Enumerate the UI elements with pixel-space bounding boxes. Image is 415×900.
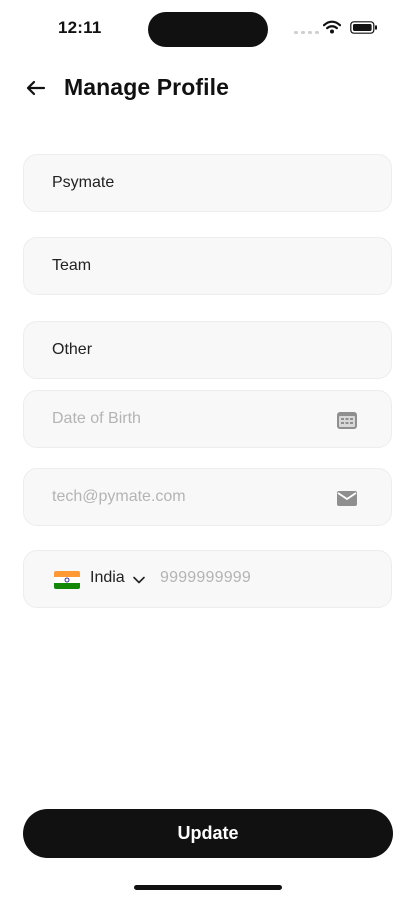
phone-number-placeholder: 9999999999: [160, 569, 251, 586]
chevron-down-icon[interactable]: [132, 573, 146, 587]
dynamic-island: [148, 12, 268, 47]
india-flag-icon: [54, 571, 80, 589]
signal-dot: [294, 31, 298, 34]
signal-dot: [308, 31, 312, 34]
last-name-value: Team: [52, 257, 92, 274]
wifi-icon: [323, 20, 341, 34]
manage-profile-screen: 12:11 Manage Profile Psymate Team Other …: [0, 0, 415, 900]
gender-value: Other: [52, 341, 93, 358]
mail-icon: [337, 491, 357, 506]
signal-dot: [315, 31, 319, 34]
calendar-icon[interactable]: [336, 410, 358, 430]
first-name-field[interactable]: Psymate: [23, 154, 392, 212]
home-indicator: [134, 885, 282, 890]
email-field[interactable]: tech@pymate.com: [23, 468, 392, 526]
arrow-left-icon: [26, 80, 46, 96]
phone-field[interactable]: India 9999999999: [23, 550, 392, 608]
back-button[interactable]: [24, 76, 48, 100]
last-name-field[interactable]: Team: [23, 237, 392, 295]
gender-field[interactable]: Other: [23, 321, 392, 379]
country-selector[interactable]: India: [90, 569, 125, 587]
date-of-birth-placeholder: Date of Birth: [52, 410, 141, 427]
status-bar: 12:11: [0, 0, 415, 56]
date-of-birth-field[interactable]: Date of Birth: [23, 390, 392, 448]
page-title: Manage Profile: [64, 74, 229, 100]
cellular-signal-icon: [294, 31, 320, 35]
header: Manage Profile: [0, 68, 415, 110]
email-placeholder: tech@pymate.com: [52, 488, 186, 505]
update-button[interactable]: Update: [23, 809, 393, 858]
status-time: 12:11: [58, 18, 102, 37]
signal-dot: [301, 31, 305, 34]
battery-icon: [350, 21, 377, 34]
first-name-value: Psymate: [52, 174, 115, 191]
